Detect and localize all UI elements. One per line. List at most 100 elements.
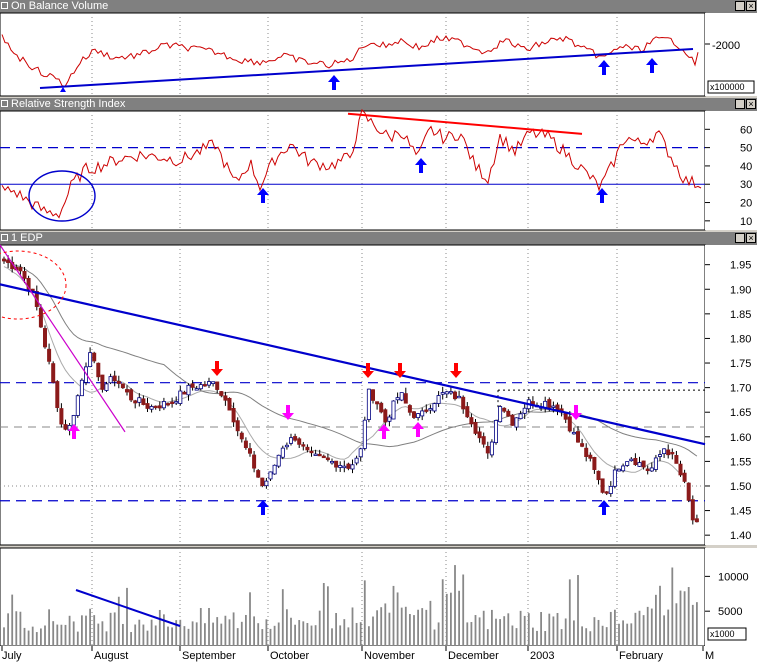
candle-body: [674, 455, 679, 464]
candle-body: [63, 424, 68, 430]
candle-body: [186, 384, 191, 396]
candle-body: [264, 480, 269, 487]
candle-body: [518, 413, 523, 420]
candle-body: [178, 390, 183, 404]
candle-body: [194, 388, 199, 391]
candle-body: [182, 391, 187, 395]
chart-canvas: -2000 x100000 60 50 40 30 20 10 1.95 1.90 1.85 1…: [0, 12, 757, 662]
candle-body: [305, 446, 310, 451]
candle-body: [576, 431, 581, 443]
price-tick-label: 1.60: [730, 432, 751, 444]
candle-body: [362, 419, 367, 449]
candle-body: [75, 395, 80, 416]
candle-body: [608, 485, 613, 494]
candle-body: [407, 405, 412, 413]
rsi-tick-label: 30: [740, 179, 752, 191]
candle-body: [686, 482, 691, 501]
rsi-tick-label: 10: [740, 216, 752, 228]
candle-body: [104, 383, 109, 391]
candle-body: [649, 467, 654, 472]
chart-window: On Balance Volume × Relative Strength In…: [0, 0, 757, 662]
candle-body: [551, 405, 556, 408]
candle-body: [231, 408, 236, 423]
rsi-tick-label: 20: [740, 198, 752, 210]
candle-body: [100, 374, 105, 390]
month-label: November: [364, 650, 415, 662]
candle-body: [567, 416, 572, 432]
candle-body: [387, 416, 392, 422]
candle-body: [116, 380, 121, 384]
candle-body: [309, 450, 314, 454]
candle-body: [317, 453, 322, 457]
candle-body: [202, 384, 207, 387]
candle-body: [157, 405, 162, 409]
candle-body: [358, 448, 363, 458]
candle-body: [43, 328, 48, 348]
candle-body: [22, 271, 27, 279]
candle-body: [403, 393, 408, 404]
candle-body: [584, 447, 589, 457]
candle-body: [120, 383, 125, 389]
candle-body: [485, 445, 490, 454]
candle-body: [354, 457, 359, 464]
month-label: December: [448, 650, 499, 662]
candle-body: [379, 402, 384, 413]
candle-body: [137, 397, 142, 403]
candle-body: [260, 477, 265, 487]
candle-body: [71, 415, 76, 426]
price-tick-label: 1.75: [730, 358, 751, 370]
candle-body: [625, 461, 630, 466]
candle-body: [420, 410, 425, 417]
candle-body: [288, 437, 293, 444]
candle-body: [145, 403, 150, 409]
candle-body: [432, 403, 437, 412]
candle-body: [366, 388, 371, 420]
candle-body: [670, 452, 675, 455]
price-tick-label: 1.55: [730, 456, 751, 468]
price-plot-area: [0, 244, 706, 546]
candle-body: [391, 400, 396, 420]
candle-body: [547, 399, 552, 408]
candle-body: [481, 436, 486, 445]
candle-body: [510, 414, 515, 426]
candle-body: [256, 470, 261, 478]
candle-body: [321, 455, 326, 459]
price-tick-label: 1.50: [730, 481, 751, 493]
price-tick-label: 1.95: [730, 260, 751, 272]
candle-body: [633, 457, 638, 466]
month-label: M: [705, 650, 714, 662]
candle-body: [452, 391, 457, 400]
candle-body: [59, 408, 64, 425]
price-tick-label: 1.85: [730, 309, 751, 321]
candle-body: [682, 472, 687, 482]
month-label: August: [94, 650, 128, 662]
candle-body: [395, 397, 400, 401]
price-tick-label: 1.90: [730, 284, 751, 296]
candle-body: [473, 421, 478, 434]
candle-body: [514, 417, 519, 428]
candle-body: [346, 463, 351, 469]
candle-body: [436, 395, 441, 404]
candle-body: [297, 438, 302, 445]
candle-body: [223, 395, 228, 401]
candle-body: [424, 409, 429, 412]
candle-body: [678, 463, 683, 476]
candle-body: [653, 457, 658, 470]
candle-body: [92, 352, 97, 362]
candle-body: [411, 411, 416, 418]
candle-body: [47, 348, 52, 362]
candle-body: [125, 389, 130, 393]
candle-body: [247, 448, 252, 454]
candle-body: [276, 454, 281, 467]
candle-body: [313, 453, 318, 456]
candle-body: [252, 454, 257, 469]
candle-body: [604, 491, 609, 494]
candle-body: [174, 401, 179, 404]
candle-body: [272, 464, 277, 475]
candle-body: [502, 407, 507, 412]
obv-scale-label: x100000: [710, 82, 745, 92]
candle-body: [268, 471, 273, 480]
candle-body: [153, 405, 158, 409]
candle-body: [2, 258, 7, 262]
candle-body: [522, 407, 527, 414]
